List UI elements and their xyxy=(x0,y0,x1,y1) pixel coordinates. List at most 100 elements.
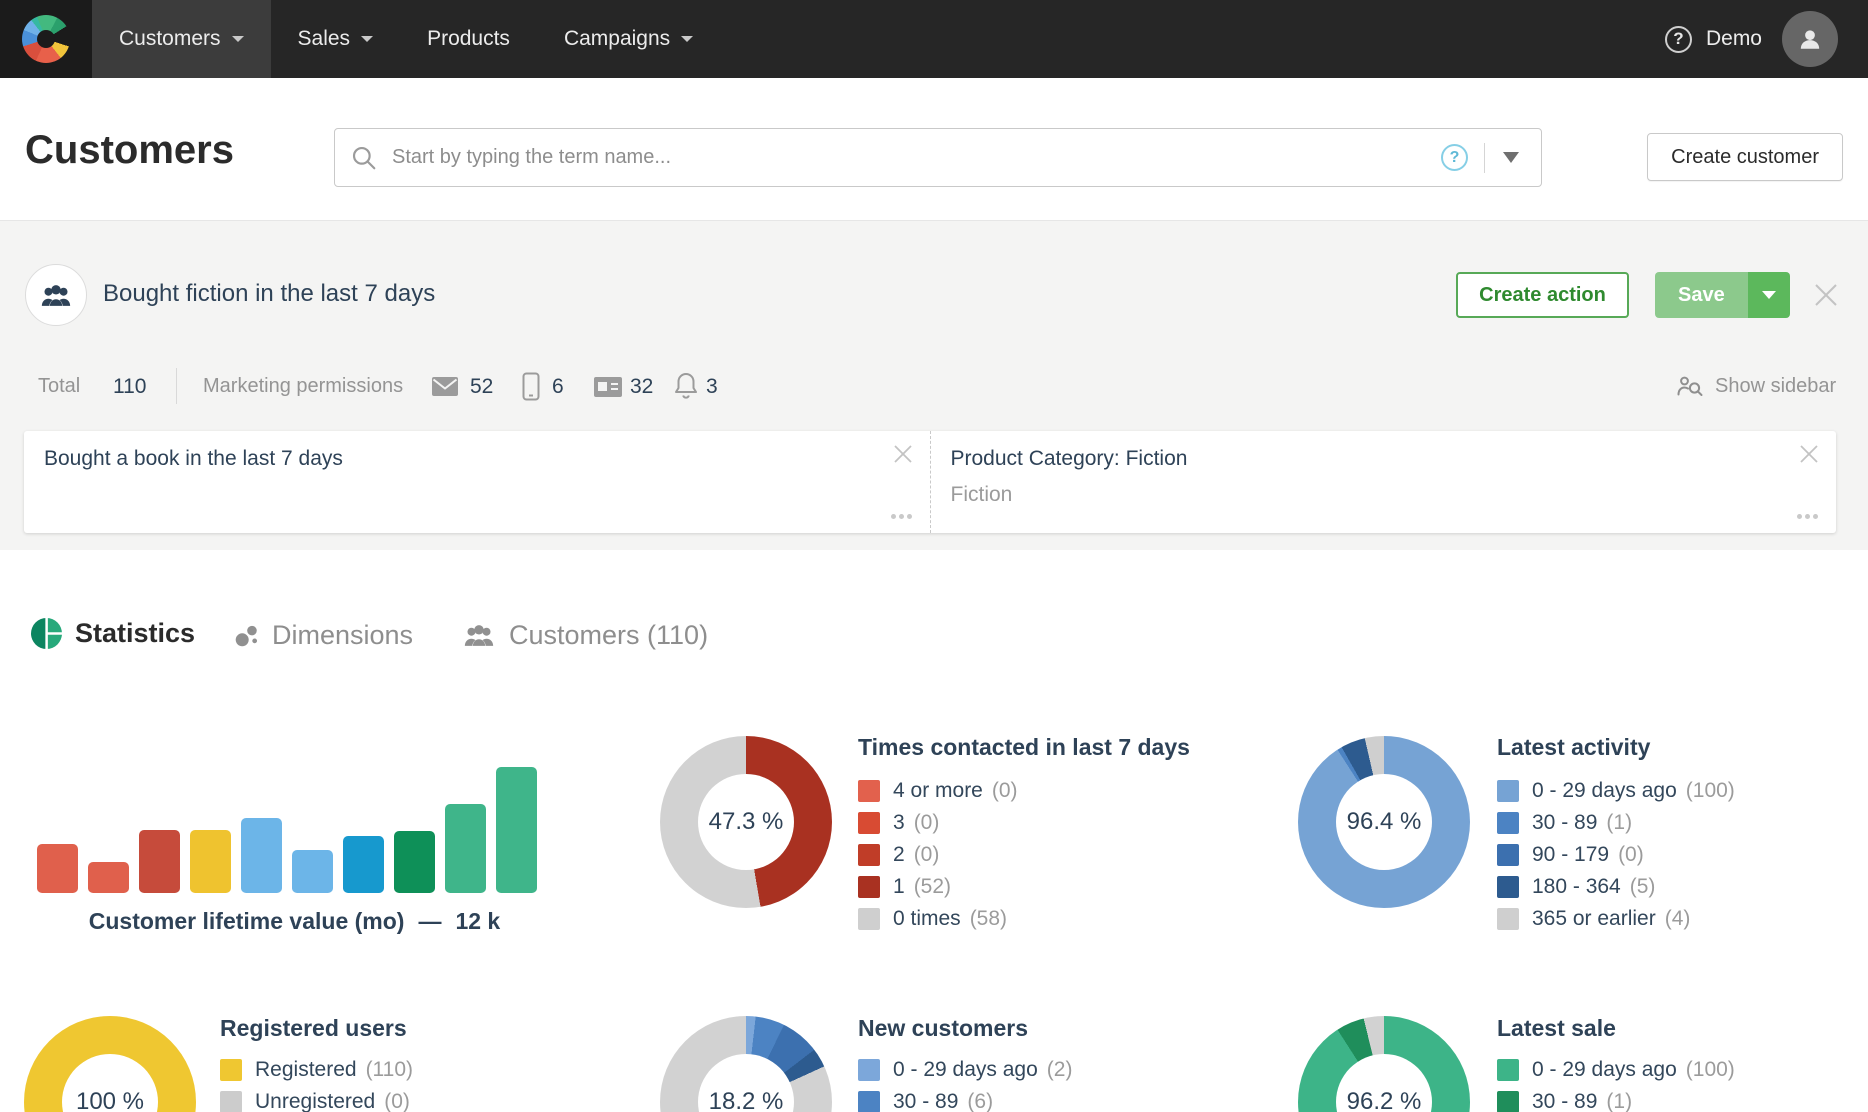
donut-latest-activity: 96.4 % xyxy=(1298,736,1470,908)
tab-dimensions[interactable]: Dimensions xyxy=(233,620,413,651)
remove-filter-icon[interactable] xyxy=(892,443,914,470)
legend-count: (0) xyxy=(384,1090,410,1112)
nav-item-label: Products xyxy=(427,27,510,51)
segment-avatar xyxy=(25,264,87,326)
remove-filter-icon[interactable] xyxy=(1798,443,1820,470)
legend-row: Unregistered (0) xyxy=(220,1086,413,1112)
tab-customers[interactable]: Customers (110) xyxy=(462,620,708,651)
nav-item-sales[interactable]: Sales xyxy=(271,0,401,78)
total-value: 110 xyxy=(113,375,146,399)
more-options-icon[interactable] xyxy=(1797,514,1818,519)
filter-title: Product Category: Fiction xyxy=(951,447,1188,471)
legend-label: 30 - 89 xyxy=(893,1090,958,1112)
legend-swatch xyxy=(1497,1059,1519,1081)
legend-row: 90 - 179 (0) xyxy=(1497,839,1735,871)
person-search-icon xyxy=(1677,374,1705,398)
show-sidebar-label: Show sidebar xyxy=(1715,375,1836,398)
chevron-down-icon xyxy=(1762,291,1776,299)
legend-swatch xyxy=(1497,876,1519,898)
phone-count: 6 xyxy=(552,375,564,399)
legend-swatch xyxy=(858,844,880,866)
chart-title: Registered users xyxy=(220,1015,407,1042)
phone-icon xyxy=(522,372,540,401)
donut-center-value: 100 % xyxy=(24,1016,196,1112)
nav-item-customers[interactable]: Customers xyxy=(92,0,271,78)
donut-new-customers: 18.2 % xyxy=(660,1016,832,1112)
bubbles-icon xyxy=(233,623,259,649)
chart-title: New customers xyxy=(858,1015,1028,1042)
clv-caption: Customer lifetime value (mo)—12 k xyxy=(37,908,552,935)
save-button[interactable]: Save xyxy=(1655,272,1790,318)
legend-count: (0) xyxy=(1618,843,1644,867)
legend-label: 365 or earlier xyxy=(1532,907,1656,931)
bar xyxy=(496,767,537,893)
filter-card-bought-book[interactable]: Bought a book in the last 7 days xyxy=(24,431,931,533)
nav-item-products[interactable]: Products xyxy=(400,0,537,78)
tab-statistics[interactable]: Statistics xyxy=(31,618,195,649)
user-avatar[interactable] xyxy=(1782,11,1838,67)
email-count: 52 xyxy=(470,375,493,399)
chart-title: Latest activity xyxy=(1497,734,1650,761)
legend-count: (0) xyxy=(914,843,940,867)
chart-title: Latest sale xyxy=(1497,1015,1616,1042)
people-group-icon xyxy=(39,283,73,308)
legend-count: (0) xyxy=(992,779,1018,803)
donut-center-value: 47.3 % xyxy=(660,736,832,908)
chevron-down-icon xyxy=(361,36,373,42)
legend: 0 - 29 days ago(100) 30 - 89(1) 90 - 179… xyxy=(1497,775,1735,935)
close-segment-icon[interactable] xyxy=(1812,281,1840,314)
bar xyxy=(190,830,231,893)
legend-label: 4 or more xyxy=(893,779,983,803)
more-options-icon[interactable] xyxy=(891,514,912,519)
clv-title: Customer lifetime value (mo) xyxy=(89,908,405,934)
help-icon[interactable]: ? xyxy=(1665,26,1692,53)
search-input[interactable] xyxy=(392,146,1441,169)
chart-title: Times contacted in last 7 days xyxy=(858,734,1190,761)
legend-label: 3 xyxy=(893,811,905,835)
search-help-icon[interactable]: ? xyxy=(1441,144,1468,171)
legend: 4 or more(0) 3(0) 2(0) 1(52) 0 times(58) xyxy=(858,775,1018,935)
legend-label: 90 - 179 xyxy=(1532,843,1609,867)
legend-row: 3 (0) xyxy=(858,807,1018,839)
legend-label: Unregistered xyxy=(255,1090,375,1112)
nav-item-label: Sales xyxy=(298,27,351,51)
push-count: 3 xyxy=(706,375,718,399)
legend-swatch xyxy=(858,908,880,930)
logo-block[interactable] xyxy=(0,0,92,78)
legend-count: (0) xyxy=(914,811,940,835)
filter-dropdown-icon[interactable] xyxy=(1503,152,1519,163)
legend-count: (4) xyxy=(1665,907,1691,931)
legend-count: (100) xyxy=(1686,779,1735,803)
bar xyxy=(139,830,180,893)
legend-row: 365 or earlier (4) xyxy=(1497,903,1735,935)
person-icon xyxy=(1797,26,1823,52)
search-bar: ? xyxy=(334,128,1542,187)
filter-card-product-category[interactable]: Product Category: Fiction Fiction xyxy=(931,431,1837,533)
legend-swatch xyxy=(858,780,880,802)
filter-title: Bought a book in the last 7 days xyxy=(44,447,343,471)
divider xyxy=(176,368,177,404)
create-action-button[interactable]: Create action xyxy=(1456,272,1629,318)
legend-row: 0 times(58) xyxy=(858,903,1018,935)
nav-item-label: Campaigns xyxy=(564,27,670,51)
filter-value: Fiction xyxy=(951,483,1013,507)
save-button-label[interactable]: Save xyxy=(1655,272,1748,318)
legend-row: 180 - 364(5) xyxy=(1497,871,1735,903)
total-label: Total xyxy=(38,375,80,398)
nav-right: ? Demo xyxy=(1665,0,1868,78)
top-nav: Customers Sales Products Campaigns ? Dem… xyxy=(0,0,1868,78)
create-customer-button[interactable]: Create customer xyxy=(1647,133,1843,181)
save-dropdown-toggle[interactable] xyxy=(1748,272,1790,318)
legend-label: 180 - 364 xyxy=(1532,875,1621,899)
legend-row: 1(52) xyxy=(858,871,1018,903)
show-sidebar-button[interactable]: Show sidebar xyxy=(1677,374,1836,398)
bar xyxy=(292,850,333,893)
legend-count: (6) xyxy=(967,1090,993,1112)
user-name[interactable]: Demo xyxy=(1706,27,1762,51)
legend-count: (2) xyxy=(1047,1058,1073,1082)
donut-center-value: 18.2 % xyxy=(660,1016,832,1112)
legend-row: 30 - 89(1) xyxy=(1497,807,1735,839)
close-icon xyxy=(1798,443,1820,465)
nav-item-campaigns[interactable]: Campaigns xyxy=(537,0,720,78)
divider xyxy=(1484,143,1485,173)
